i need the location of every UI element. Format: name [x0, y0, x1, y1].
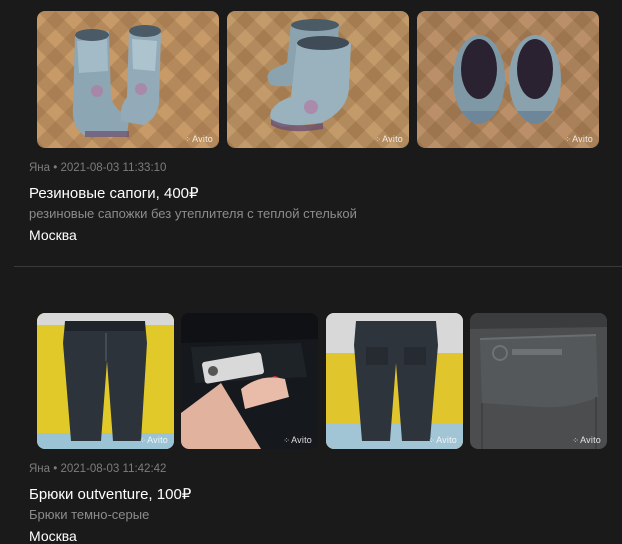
- listing-photo[interactable]: ⁘Avito: [417, 11, 599, 148]
- author-name: Яна: [29, 162, 51, 174]
- meta-separator: •: [53, 162, 58, 174]
- avito-watermark: ⁘Avito: [283, 435, 312, 445]
- avito-watermark: ⁘Avito: [184, 134, 213, 144]
- listing-feed: ⁘Avito ⁘Avito ⁘Avito Яна • 2021-08-03 11…: [0, 0, 622, 544]
- listing-meta: Яна • 2021-08-03 11:33:10: [29, 162, 166, 174]
- listing-title[interactable]: Брюки outventure, 100₽: [29, 485, 191, 503]
- listing-description: Брюки темно-серые: [29, 507, 150, 522]
- avito-watermark: ⁘Avito: [572, 435, 601, 445]
- pants-back-image: [326, 313, 463, 449]
- listing-photo[interactable]: ⁘Avito: [37, 313, 174, 449]
- listing-divider: [14, 266, 622, 267]
- avito-watermark: ⁘Avito: [374, 134, 403, 144]
- author-name: Яна: [29, 463, 51, 475]
- listing-title[interactable]: Резиновые сапоги, 400₽: [29, 184, 199, 202]
- pants-label-image: [181, 313, 318, 449]
- meta-separator: •: [53, 463, 58, 475]
- avito-watermark: ⁘Avito: [564, 134, 593, 144]
- listing-photo[interactable]: ⁘Avito: [227, 11, 409, 148]
- boots-top-image: [417, 11, 599, 148]
- boots-front-image: [37, 11, 219, 148]
- listing-city: Москва: [29, 528, 77, 544]
- listing-description: резиновые сапожки без утеплителя с тепло…: [29, 206, 357, 221]
- pants-front-image: [37, 313, 174, 449]
- listing-datetime: 2021-08-03 11:33:10: [60, 162, 167, 174]
- listing-city: Москва: [29, 227, 77, 243]
- listing-card: ⁘Avito ⁘Avito ⁘Avito Яна • 2021-08-03 11…: [29, 11, 622, 256]
- boots-side-image: [227, 11, 409, 148]
- listing-datetime: 2021-08-03 11:42:42: [60, 463, 167, 475]
- pants-pocket-image: [470, 313, 607, 449]
- listing-photo[interactable]: ⁘Avito: [470, 313, 607, 449]
- listing-card: ⁘Avito ⁘Avito ⁘Avito ⁘Avito Яна • 2021-0…: [29, 313, 622, 544]
- avito-watermark: ⁘Avito: [139, 435, 168, 445]
- listing-photo[interactable]: ⁘Avito: [326, 313, 463, 449]
- listing-meta: Яна • 2021-08-03 11:42:42: [29, 463, 166, 475]
- listing-photo[interactable]: ⁘Avito: [37, 11, 219, 148]
- listing-photo[interactable]: ⁘Avito: [181, 313, 318, 449]
- avito-watermark: ⁘Avito: [428, 435, 457, 445]
